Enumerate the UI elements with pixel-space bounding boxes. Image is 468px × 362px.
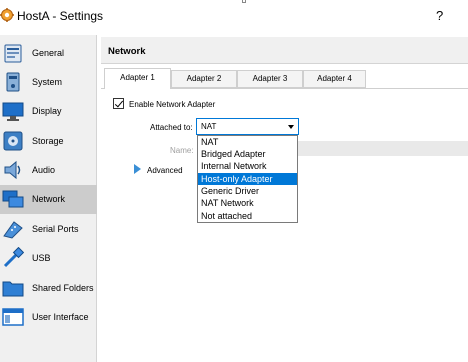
- sidebar-item-label: Audio: [32, 165, 56, 175]
- name-label: Name:: [170, 146, 194, 155]
- attached-to-value: NAT: [201, 122, 217, 131]
- dropdown-option-nat[interactable]: NAT: [198, 136, 297, 148]
- settings-sidebar: General System Display Storage Audio Net…: [0, 35, 97, 362]
- sidebar-item-audio[interactable]: Audio: [0, 156, 97, 185]
- dropdown-option-generic-driver[interactable]: Generic Driver: [198, 185, 297, 197]
- chevron-down-icon: [288, 125, 294, 129]
- page-title: Network: [108, 46, 146, 57]
- sidebar-item-label: System: [32, 77, 63, 87]
- resize-handle[interactable]: [242, 0, 246, 3]
- expand-arrow-icon[interactable]: [134, 164, 141, 174]
- enable-network-adapter-label: Enable Network Adapter: [129, 100, 216, 109]
- sidebar-item-label: USB: [32, 253, 51, 263]
- page-header: Network: [101, 37, 468, 64]
- virtualbox-gear-icon: [0, 8, 14, 22]
- storage-icon: [2, 130, 24, 152]
- adapter-tabs: Adapter 1 Adapter 2 Adapter 3 Adapter 4: [101, 68, 468, 89]
- audio-icon: [2, 159, 24, 181]
- name-field[interactable]: [298, 141, 468, 156]
- sidebar-item-network[interactable]: Network: [0, 185, 97, 214]
- serial-ports-icon: [2, 218, 24, 240]
- sidebar-item-user-interface[interactable]: User Interface: [0, 303, 97, 332]
- sidebar-item-label: User Interface: [32, 312, 89, 322]
- dropdown-option-internal-network[interactable]: Internal Network: [198, 160, 297, 172]
- sidebar-item-label: Serial Ports: [32, 224, 79, 234]
- general-icon: [2, 42, 24, 64]
- dropdown-option-bridged-adapter[interactable]: Bridged Adapter: [198, 148, 297, 160]
- sidebar-item-general[interactable]: General: [0, 39, 97, 68]
- sidebar-item-usb[interactable]: USB: [0, 244, 97, 273]
- sidebar-item-label: Storage: [32, 136, 64, 146]
- system-icon: [2, 71, 24, 93]
- shared-folders-icon: [2, 277, 24, 299]
- attached-to-label: Attached to:: [150, 123, 193, 132]
- enable-network-adapter-checkbox[interactable]: [113, 98, 124, 109]
- help-button[interactable]: ?: [436, 8, 443, 23]
- dropdown-option-not-attached[interactable]: Not attached: [198, 210, 297, 222]
- dropdown-option-nat-network[interactable]: NAT Network: [198, 197, 297, 209]
- advanced-toggle[interactable]: Advanced: [147, 166, 183, 175]
- sidebar-item-serial-ports[interactable]: Serial Ports: [0, 215, 97, 244]
- tab-adapter-1[interactable]: Adapter 1: [104, 68, 171, 89]
- sidebar-item-system[interactable]: System: [0, 68, 97, 97]
- attached-to-dropdown: NAT Bridged Adapter Internal Network Hos…: [197, 135, 298, 223]
- sidebar-item-label: General: [32, 48, 65, 58]
- tab-adapter-2[interactable]: Adapter 2: [171, 70, 237, 88]
- sidebar-item-label: Network: [32, 194, 66, 204]
- usb-icon: [2, 246, 25, 269]
- sidebar-item-display[interactable]: Display: [0, 97, 97, 126]
- sidebar-item-label: Shared Folders: [32, 283, 94, 293]
- dropdown-option-host-only-adapter[interactable]: Host-only Adapter: [198, 173, 297, 185]
- title-bar: HostA - Settings ?: [0, 0, 468, 32]
- network-icon: [2, 188, 24, 210]
- sidebar-item-label: Display: [32, 106, 62, 116]
- tab-adapter-4[interactable]: Adapter 4: [303, 70, 366, 88]
- window-title: HostA - Settings: [17, 9, 104, 23]
- display-icon: [2, 100, 24, 122]
- sidebar-item-shared-folders[interactable]: Shared Folders: [0, 274, 97, 303]
- tab-adapter-3[interactable]: Adapter 3: [237, 70, 303, 88]
- user-interface-icon: [2, 306, 24, 328]
- sidebar-item-storage[interactable]: Storage: [0, 127, 97, 156]
- attached-to-select[interactable]: NAT: [196, 118, 299, 135]
